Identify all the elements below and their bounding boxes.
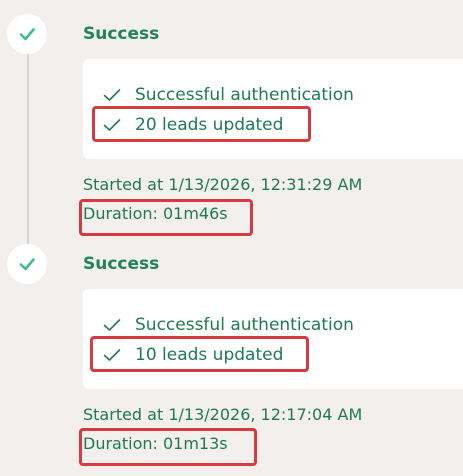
step-item: Successful authentication: [103, 313, 354, 337]
status-check-icon: [7, 14, 47, 54]
step-label: Successful authentication: [135, 85, 354, 105]
run-entry: Success Successful authentication 10 lea…: [0, 230, 463, 466]
step-item: Successful authentication: [103, 83, 354, 107]
check-icon: [103, 88, 121, 102]
step-label: Successful authentication: [135, 315, 354, 335]
run-entry: Success Successful authentication 20 lea…: [0, 0, 463, 236]
started-at: Started at 1/13/2026, 12:17:04 AM: [83, 405, 363, 424]
check-icon: [103, 318, 121, 332]
highlight-box: [90, 336, 309, 372]
status-title: Success: [83, 24, 160, 44]
highlight-box: [79, 428, 257, 466]
highlight-box: [92, 106, 311, 142]
status-check-icon: [7, 244, 47, 284]
started-at: Started at 1/13/2026, 12:31:29 AM: [83, 175, 363, 194]
status-title: Success: [83, 254, 160, 274]
